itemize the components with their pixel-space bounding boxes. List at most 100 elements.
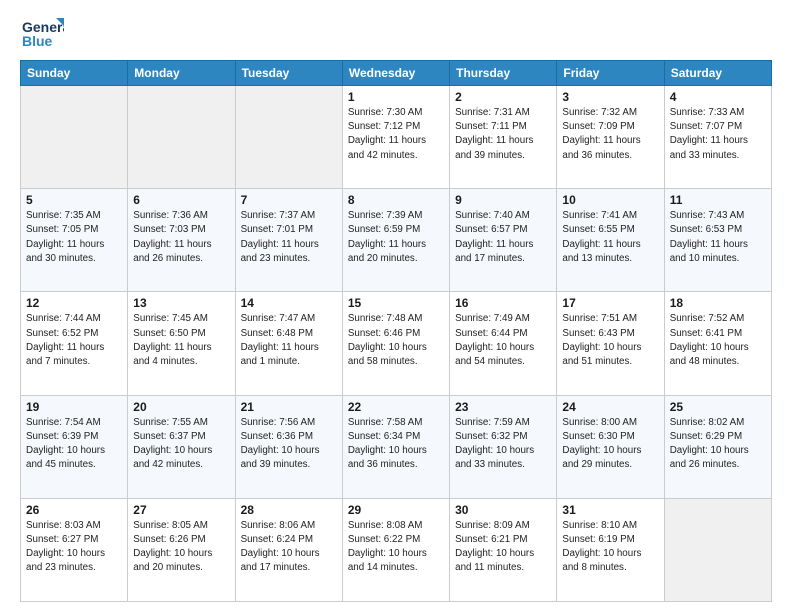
day-number: 2	[455, 90, 551, 104]
day-info: Sunrise: 7:31 AM Sunset: 7:11 PM Dayligh…	[455, 106, 551, 163]
calendar-cell: 10 Sunrise: 7:41 AM Sunset: 6:55 PM Dayli…	[557, 189, 664, 292]
day-number: 11	[670, 193, 766, 207]
calendar-cell: 21 Sunrise: 7:56 AM Sunset: 6:36 PM Dayli…	[235, 395, 342, 498]
day-info: Sunrise: 7:30 AM Sunset: 7:12 PM Dayligh…	[348, 106, 444, 163]
weekday-header-saturday: Saturday	[664, 61, 771, 86]
calendar-cell	[21, 86, 128, 189]
day-info: Sunrise: 8:08 AM Sunset: 6:22 PM Dayligh…	[348, 519, 444, 576]
day-number: 19	[26, 400, 122, 414]
calendar-cell: 18 Sunrise: 7:52 AM Sunset: 6:41 PM Dayli…	[664, 292, 771, 395]
day-number: 25	[670, 400, 766, 414]
calendar-cell: 27Sunrise: 8:05 AM Sunset: 6:26 PM Dayli…	[128, 498, 235, 601]
day-number: 5	[26, 193, 122, 207]
weekday-header-sunday: Sunday	[21, 61, 128, 86]
day-info: Sunrise: 7:40 AM Sunset: 6:57 PM Dayligh…	[455, 209, 551, 266]
day-info: Sunrise: 7:44 AM Sunset: 6:52 PM Dayligh…	[26, 312, 122, 369]
day-info: Sunrise: 7:58 AM Sunset: 6:34 PM Dayligh…	[348, 416, 444, 473]
day-number: 31	[562, 503, 658, 517]
calendar-cell: 7Sunrise: 7:37 AM Sunset: 7:01 PM Daylig…	[235, 189, 342, 292]
day-info: Sunrise: 7:47 AM Sunset: 6:48 PM Dayligh…	[241, 312, 337, 369]
calendar-cell: 15 Sunrise: 7:48 AM Sunset: 6:46 PM Dayli…	[342, 292, 449, 395]
calendar-cell: 3Sunrise: 7:32 AM Sunset: 7:09 PM Daylig…	[557, 86, 664, 189]
day-info: Sunrise: 8:03 AM Sunset: 6:27 PM Dayligh…	[26, 519, 122, 576]
day-info: Sunrise: 7:59 AM Sunset: 6:32 PM Dayligh…	[455, 416, 551, 473]
day-number: 30	[455, 503, 551, 517]
day-number: 13	[133, 296, 229, 310]
calendar-cell: 25Sunrise: 8:02 AM Sunset: 6:29 PM Dayli…	[664, 395, 771, 498]
calendar-cell: 1 Sunrise: 7:30 AM Sunset: 7:12 PM Daylig…	[342, 86, 449, 189]
day-number: 21	[241, 400, 337, 414]
day-info: Sunrise: 8:09 AM Sunset: 6:21 PM Dayligh…	[455, 519, 551, 576]
calendar-cell: 20Sunrise: 7:55 AM Sunset: 6:37 PM Dayli…	[128, 395, 235, 498]
week-row-3: 12 Sunrise: 7:44 AM Sunset: 6:52 PM Dayli…	[21, 292, 772, 395]
day-number: 12	[26, 296, 122, 310]
day-number: 28	[241, 503, 337, 517]
weekday-row: SundayMondayTuesdayWednesdayThursdayFrid…	[21, 61, 772, 86]
day-info: Sunrise: 7:39 AM Sunset: 6:59 PM Dayligh…	[348, 209, 444, 266]
day-number: 26	[26, 503, 122, 517]
day-number: 23	[455, 400, 551, 414]
day-info: Sunrise: 7:45 AM Sunset: 6:50 PM Dayligh…	[133, 312, 229, 369]
calendar-cell: 13 Sunrise: 7:45 AM Sunset: 6:50 PM Dayli…	[128, 292, 235, 395]
calendar-cell: 14Sunrise: 7:47 AM Sunset: 6:48 PM Dayli…	[235, 292, 342, 395]
day-info: Sunrise: 7:37 AM Sunset: 7:01 PM Dayligh…	[241, 209, 337, 266]
weekday-header-tuesday: Tuesday	[235, 61, 342, 86]
day-info: Sunrise: 7:52 AM Sunset: 6:41 PM Dayligh…	[670, 312, 766, 369]
week-row-4: 19Sunrise: 7:54 AM Sunset: 6:39 PM Dayli…	[21, 395, 772, 498]
day-info: Sunrise: 7:51 AM Sunset: 6:43 PM Dayligh…	[562, 312, 658, 369]
day-info: Sunrise: 7:56 AM Sunset: 6:36 PM Dayligh…	[241, 416, 337, 473]
calendar-cell: 24Sunrise: 8:00 AM Sunset: 6:30 PM Dayli…	[557, 395, 664, 498]
calendar-cell: 9 Sunrise: 7:40 AM Sunset: 6:57 PM Daylig…	[450, 189, 557, 292]
calendar-cell	[664, 498, 771, 601]
day-number: 16	[455, 296, 551, 310]
calendar-cell: 30 Sunrise: 8:09 AM Sunset: 6:21 PM Dayli…	[450, 498, 557, 601]
calendar-cell	[128, 86, 235, 189]
week-row-1: 1 Sunrise: 7:30 AM Sunset: 7:12 PM Daylig…	[21, 86, 772, 189]
week-row-5: 26 Sunrise: 8:03 AM Sunset: 6:27 PM Dayli…	[21, 498, 772, 601]
calendar-cell: 2 Sunrise: 7:31 AM Sunset: 7:11 PM Daylig…	[450, 86, 557, 189]
day-info: Sunrise: 7:41 AM Sunset: 6:55 PM Dayligh…	[562, 209, 658, 266]
day-info: Sunrise: 7:43 AM Sunset: 6:53 PM Dayligh…	[670, 209, 766, 266]
day-info: Sunrise: 7:55 AM Sunset: 6:37 PM Dayligh…	[133, 416, 229, 473]
calendar: SundayMondayTuesdayWednesdayThursdayFrid…	[20, 60, 772, 602]
calendar-cell: 31 Sunrise: 8:10 AM Sunset: 6:19 PM Dayli…	[557, 498, 664, 601]
calendar-cell: 5 Sunrise: 7:35 AM Sunset: 7:05 PM Daylig…	[21, 189, 128, 292]
calendar-cell: 23 Sunrise: 7:59 AM Sunset: 6:32 PM Dayli…	[450, 395, 557, 498]
day-number: 18	[670, 296, 766, 310]
calendar-header: SundayMondayTuesdayWednesdayThursdayFrid…	[21, 61, 772, 86]
weekday-header-monday: Monday	[128, 61, 235, 86]
day-number: 15	[348, 296, 444, 310]
calendar-cell: 22Sunrise: 7:58 AM Sunset: 6:34 PM Dayli…	[342, 395, 449, 498]
day-number: 8	[348, 193, 444, 207]
calendar-cell: 12 Sunrise: 7:44 AM Sunset: 6:52 PM Dayli…	[21, 292, 128, 395]
day-info: Sunrise: 7:36 AM Sunset: 7:03 PM Dayligh…	[133, 209, 229, 266]
day-number: 3	[562, 90, 658, 104]
calendar-cell: 17Sunrise: 7:51 AM Sunset: 6:43 PM Dayli…	[557, 292, 664, 395]
day-info: Sunrise: 8:10 AM Sunset: 6:19 PM Dayligh…	[562, 519, 658, 576]
day-number: 10	[562, 193, 658, 207]
calendar-body: 1 Sunrise: 7:30 AM Sunset: 7:12 PM Daylig…	[21, 86, 772, 602]
calendar-cell: 4Sunrise: 7:33 AM Sunset: 7:07 PM Daylig…	[664, 86, 771, 189]
day-info: Sunrise: 7:48 AM Sunset: 6:46 PM Dayligh…	[348, 312, 444, 369]
day-info: Sunrise: 7:33 AM Sunset: 7:07 PM Dayligh…	[670, 106, 766, 163]
day-info: Sunrise: 8:05 AM Sunset: 6:26 PM Dayligh…	[133, 519, 229, 576]
day-info: Sunrise: 7:35 AM Sunset: 7:05 PM Dayligh…	[26, 209, 122, 266]
calendar-cell: 11 Sunrise: 7:43 AM Sunset: 6:53 PM Dayli…	[664, 189, 771, 292]
weekday-header-friday: Friday	[557, 61, 664, 86]
calendar-cell: 8 Sunrise: 7:39 AM Sunset: 6:59 PM Daylig…	[342, 189, 449, 292]
day-number: 29	[348, 503, 444, 517]
weekday-header-wednesday: Wednesday	[342, 61, 449, 86]
calendar-cell: 28Sunrise: 8:06 AM Sunset: 6:24 PM Dayli…	[235, 498, 342, 601]
calendar-cell: 6Sunrise: 7:36 AM Sunset: 7:03 PM Daylig…	[128, 189, 235, 292]
svg-text:Blue: Blue	[22, 33, 53, 49]
day-info: Sunrise: 7:49 AM Sunset: 6:44 PM Dayligh…	[455, 312, 551, 369]
logo-svg: General Blue	[20, 16, 64, 52]
day-number: 9	[455, 193, 551, 207]
day-number: 1	[348, 90, 444, 104]
page: General Blue SundayMondayTuesdayWednesda…	[0, 0, 792, 612]
calendar-cell: 19Sunrise: 7:54 AM Sunset: 6:39 PM Dayli…	[21, 395, 128, 498]
calendar-cell: 29 Sunrise: 8:08 AM Sunset: 6:22 PM Dayli…	[342, 498, 449, 601]
weekday-header-thursday: Thursday	[450, 61, 557, 86]
calendar-cell: 16 Sunrise: 7:49 AM Sunset: 6:44 PM Dayli…	[450, 292, 557, 395]
logo: General Blue	[20, 16, 64, 52]
